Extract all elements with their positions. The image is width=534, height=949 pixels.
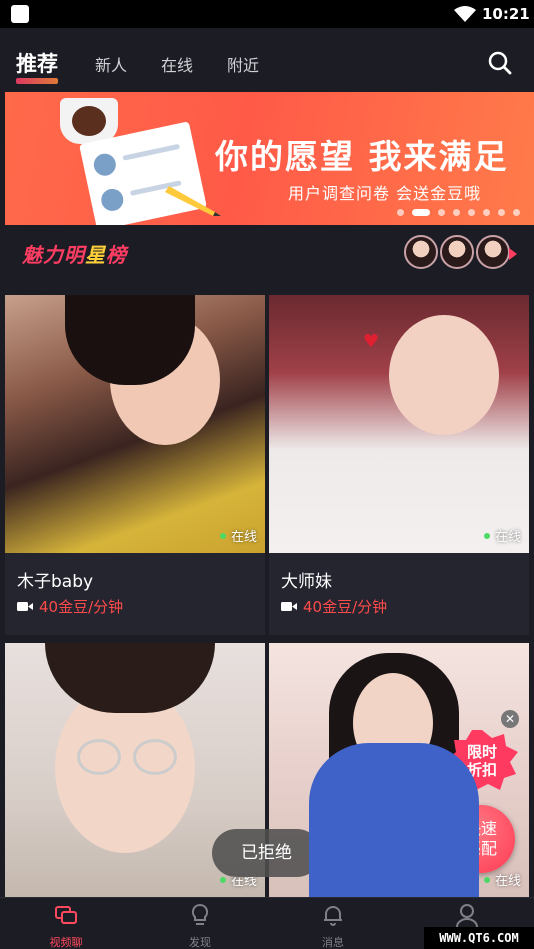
- host-price-label: 40金豆/分钟: [303, 598, 388, 616]
- status-bar: 10:21: [0, 0, 534, 28]
- site-watermark: WWW.QT6.COM: [424, 927, 534, 949]
- app-notification-icon: [11, 5, 29, 23]
- online-dot: [219, 876, 226, 883]
- banner-dot: [483, 209, 490, 216]
- nav-discover-label: 发现: [189, 936, 211, 949]
- banner-dot: [513, 209, 520, 216]
- rank-title-part: 魅力明: [22, 243, 85, 267]
- banner-dot: [498, 209, 505, 216]
- avatar: [404, 235, 438, 269]
- video-camera-icon: [17, 602, 33, 611]
- bell-icon: [324, 906, 342, 926]
- banner-dot: [453, 209, 460, 216]
- rank-avatar-list: [404, 235, 510, 269]
- avatar: [476, 235, 510, 269]
- host-name: 木子baby: [17, 572, 94, 592]
- close-icon[interactable]: ✕: [501, 710, 519, 728]
- banner-headline: 你的愿望 我来满足: [215, 137, 509, 176]
- profile-icon: [456, 904, 478, 928]
- top-tab-bar: 推荐 新人 在线 附近: [0, 28, 534, 92]
- online-dot: [483, 532, 490, 539]
- host-price: 40金豆/分钟: [17, 596, 123, 617]
- toast-message: 已拒绝: [212, 829, 321, 877]
- chevron-right-icon: [509, 248, 517, 260]
- host-card[interactable]: 在线 木子baby 40金豆/分钟: [5, 295, 265, 635]
- rank-title-part: 榜: [106, 243, 127, 267]
- banner-dot-active: [412, 209, 430, 216]
- host-photo: 在线: [5, 295, 265, 553]
- charm-rank-row[interactable]: 魅力明星榜: [0, 225, 534, 281]
- rank-title-star: 星: [85, 243, 106, 267]
- nav-video-chat[interactable]: 视频聊: [26, 902, 106, 949]
- video-camera-icon: [281, 602, 297, 611]
- host-price: 40金豆/分钟: [281, 596, 387, 617]
- online-badge: 在线: [483, 870, 521, 889]
- online-badge: 在线: [483, 526, 521, 545]
- banner-dot: [397, 209, 404, 216]
- online-label: 在线: [494, 530, 521, 545]
- tab-online[interactable]: 在线: [161, 52, 193, 76]
- tab-new[interactable]: 新人: [95, 52, 127, 76]
- avatar: [440, 235, 474, 269]
- banner-subtitle: 用户调查问卷 会送金豆哦: [288, 184, 482, 203]
- nav-discover[interactable]: 发现: [160, 902, 240, 949]
- tab-nearby[interactable]: 附近: [227, 52, 259, 76]
- promo-banner[interactable]: 你的愿望 我来满足 用户调查问卷 会送金豆哦: [5, 92, 534, 225]
- host-card[interactable]: ♥ 在线 大师妹 40金豆/分钟: [269, 295, 529, 635]
- banner-page-indicator: [397, 209, 520, 216]
- charm-rank-title: 魅力明星榜: [22, 239, 127, 268]
- bulb-icon: [191, 903, 209, 925]
- nav-messages-label: 消息: [322, 936, 344, 949]
- banner-dot: [468, 209, 475, 216]
- tab-recommend[interactable]: 推荐: [16, 48, 58, 84]
- online-dot: [219, 532, 226, 539]
- banner-dot: [438, 209, 445, 216]
- video-chat-icon: [55, 906, 77, 924]
- tab-active-indicator: [16, 78, 58, 84]
- tab-recommend-label: 推荐: [16, 52, 58, 76]
- nav-messages[interactable]: 消息: [293, 902, 373, 949]
- wifi-icon: [454, 6, 476, 22]
- online-badge: 在线: [219, 526, 257, 545]
- online-label: 在线: [230, 530, 257, 545]
- discount-badge-line1: 限时: [467, 743, 497, 761]
- host-name: 大师妹: [281, 572, 332, 592]
- pencil-illustration: [165, 186, 221, 216]
- search-icon[interactable]: [487, 50, 513, 76]
- online-label: 在线: [494, 874, 521, 889]
- status-time: 10:21: [482, 5, 530, 23]
- online-dot: [483, 876, 490, 883]
- nav-video-chat-label: 视频聊: [49, 936, 83, 949]
- host-price-label: 40金豆/分钟: [39, 598, 124, 616]
- host-photo: ♥ 在线: [269, 295, 529, 553]
